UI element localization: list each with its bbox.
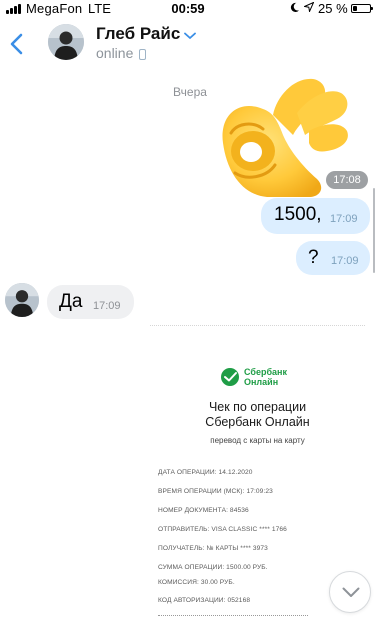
battery-percent: 25 % (318, 1, 348, 16)
chevron-down-icon[interactable] (184, 32, 196, 40)
receipt-line-time: ВРЕМЯ ОПЕРАЦИИ (МСК): 17:09:23 (158, 488, 273, 495)
sender-avatar[interactable] (5, 283, 39, 317)
sberbank-logo-icon (221, 368, 239, 386)
message-text: ? (308, 247, 319, 268)
message-time: 17:09 (330, 213, 358, 225)
sticker-time: 17:08 (326, 171, 368, 189)
receipt-line-auth-code: КОД АВТОРИЗАЦИИ: 052168 (158, 597, 251, 604)
outgoing-message[interactable]: 1500, 17:09 (261, 198, 370, 234)
receipt-title: Чек по операции Сбербанк Онлайн (150, 400, 365, 430)
receipt-edge (150, 325, 365, 326)
receipt-line-date: ДАТА ОПЕРАЦИИ: 14.12.2020 (158, 469, 253, 476)
logo-line-1: Сбербанк (244, 367, 287, 377)
receipt-title-line-1: Чек по операции (208, 400, 307, 414)
chevron-down-icon (342, 587, 360, 597)
receipt-line-amount: СУММА ОПЕРАЦИИ: 1500.00 РУБ. (158, 564, 268, 571)
message-text: Да (59, 291, 83, 312)
back-chevron-icon[interactable] (6, 32, 28, 56)
sberbank-logo: Сбербанк Онлайн (220, 367, 300, 391)
receipt-line-sender: ОТПРАВИТЕЛЬ: VISA CLASSIC **** 1766 (158, 526, 287, 533)
chat-header: Глеб Райс online (0, 18, 376, 70)
receipt-line-recipient: ПОЛУЧАТЕЛЬ: № КАРТЫ **** 3973 (158, 545, 268, 552)
battery-icon (351, 4, 373, 13)
incoming-message[interactable]: Да 17:09 (47, 285, 134, 319)
receipt-title-line-2: Сбербанк Онлайн (205, 415, 310, 429)
contact-name[interactable]: Глеб Райс (96, 24, 180, 44)
contact-avatar[interactable] (48, 24, 84, 60)
logo-line-2: Онлайн (244, 377, 279, 387)
message-text: 1500, (274, 204, 322, 225)
receipt-line-document: НОМЕР ДОКУМЕНТА: 84536 (158, 507, 249, 514)
receipt-line-fee: КОМИССИЯ: 30.00 РУБ. (158, 579, 235, 586)
contact-status: online (96, 45, 134, 61)
moon-icon (290, 2, 300, 13)
receipt-image[interactable]: Сбербанк Онлайн Чек по операции Сбербанк… (150, 325, 365, 618)
receipt-subtitle: перевод с карты на карту (210, 436, 305, 445)
scroll-indicator[interactable] (373, 188, 375, 273)
message-time: 17:09 (93, 300, 121, 312)
logo-text: Сбербанк Онлайн (244, 367, 287, 387)
scroll-to-bottom-button[interactable] (329, 571, 371, 613)
outgoing-message[interactable]: ? 17:09 (296, 241, 370, 275)
receipt-divider (158, 615, 308, 616)
status-bar: MegaFon LTE 00:59 25 % (0, 0, 376, 18)
location-arrow-icon (304, 2, 314, 12)
phone-icon (139, 49, 146, 60)
message-time: 17:09 (331, 255, 359, 267)
